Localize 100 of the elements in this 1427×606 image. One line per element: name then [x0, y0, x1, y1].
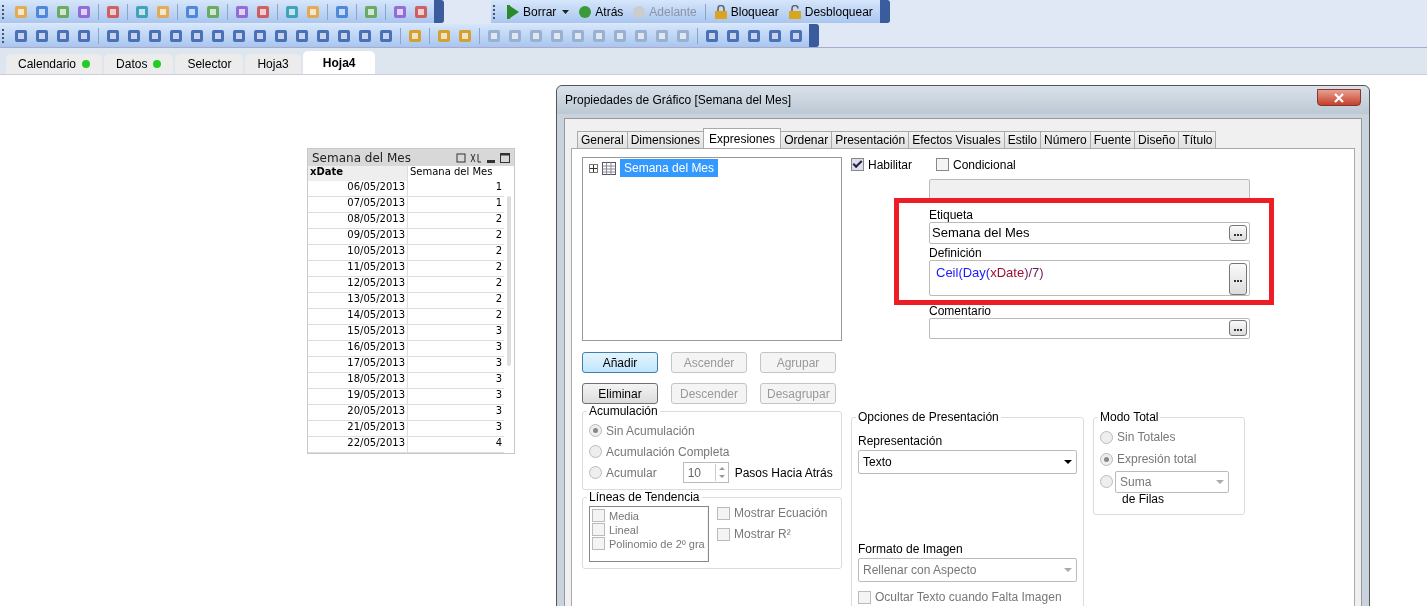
table-cell: 09/05/2013 — [308, 229, 408, 244]
field-label: Definición — [929, 245, 983, 260]
column-header[interactable]: xDate — [308, 166, 408, 181]
print-icon[interactable] — [456, 152, 466, 163]
radio-option[interactable]: Acumular — [589, 465, 657, 480]
toolbar-button[interactable]: Atrás — [574, 1, 628, 22]
dialog-tab[interactable]: Ordenar — [780, 131, 833, 148]
trend-option-checkbox[interactable]: Mostrar R² — [717, 527, 828, 541]
overflow-icon[interactable] — [879, 0, 890, 23]
toolbar-button[interactable]: Bloquear — [709, 1, 783, 22]
dialog-tab[interactable]: Dimensiones — [626, 131, 705, 148]
table-cell: 20/05/2013 — [308, 405, 408, 420]
expand-icon[interactable] — [589, 163, 598, 173]
table-cell: 12/05/2013 — [308, 277, 408, 292]
table-cell: 19/05/2013 — [308, 389, 408, 404]
trend-option-checkbox[interactable]: Mostrar Ecuación — [717, 506, 828, 520]
table-cell: 18/05/2013 — [308, 373, 408, 388]
table-cell: 07/05/2013 — [308, 197, 408, 212]
label-field[interactable]: Semana del Mes — [929, 222, 1250, 244]
table-cell-text: 3 — [494, 405, 503, 418]
ellipsis-icon — [1234, 233, 1242, 236]
group-title: Acumulación — [588, 404, 659, 418]
dropdown-arrow-icon — [1216, 480, 1224, 484]
radio-option[interactable]: Acumulación Completa — [589, 444, 730, 459]
table-cell: 08/05/2013 — [308, 213, 408, 228]
dialog-tab[interactable]: Diseño — [1134, 131, 1180, 148]
table-cell-text: 3 — [494, 325, 503, 338]
dialog-tab[interactable]: General — [577, 131, 628, 148]
sheet-tab[interactable]: Calendario — [6, 54, 103, 74]
radio-option[interactable] — [1100, 474, 1113, 488]
column-header[interactable]: Semana del Mes — [408, 166, 504, 181]
trendline-checkbox[interactable]: Lineal — [592, 523, 705, 536]
condition-field[interactable] — [929, 178, 1250, 201]
dialog-tab[interactable]: Estilo — [1003, 131, 1042, 148]
table-cell: 13/05/2013 — [308, 293, 408, 308]
ellipsis-icon — [1234, 279, 1242, 282]
dialog-tab[interactable]: Presentación — [831, 131, 910, 148]
dropdown-arrow-icon — [1064, 568, 1072, 572]
table-cell: 10/05/2013 — [308, 245, 408, 260]
trendline-checkbox[interactable]: Polinomio de 2º gra — [592, 537, 705, 550]
more-button[interactable] — [1229, 224, 1247, 241]
table-cell-text: 2 — [494, 213, 503, 226]
table-cell: 17/05/2013 — [308, 357, 408, 372]
dialog-tab[interactable]: Fuente — [1089, 131, 1136, 148]
field-label: Formato de Imagen — [858, 542, 964, 556]
dialog-tab[interactable]: Expresiones — [703, 128, 782, 148]
field-label: Representación — [858, 434, 944, 448]
table-cell-text: 2 — [494, 245, 503, 258]
comment-field[interactable] — [929, 317, 1250, 339]
dialog-button[interactable]: Eliminar — [582, 383, 658, 404]
table-cell-text: 3 — [494, 421, 503, 434]
excel-icon[interactable] — [470, 152, 482, 163]
radio-option[interactable]: Expresión total — [1100, 452, 1197, 466]
radio-option[interactable]: Sin Acumulación — [589, 423, 695, 438]
radio-option[interactable]: Sin Totales — [1100, 430, 1176, 444]
dropdown-arrow-icon — [1064, 460, 1072, 464]
definition-field[interactable]: Ceil(Day(xDate)/7) — [929, 259, 1250, 296]
sheet-tab[interactable]: Datos — [104, 54, 174, 74]
dialog-tab[interactable]: Título — [1178, 131, 1217, 148]
table-cell-text: 3 — [494, 373, 503, 386]
toolbar-button[interactable]: Borrar — [502, 1, 574, 22]
dialog-button[interactable]: Añadir — [582, 352, 658, 373]
total-suffix: de Filas — [1122, 492, 1166, 506]
spin-arrows-icon[interactable] — [714, 464, 728, 481]
lock-icon — [713, 4, 728, 19]
field-label: Comentario — [929, 303, 992, 318]
hide-text-checkbox[interactable]: Ocultar Texto cuando Falta Imagen — [858, 590, 1077, 604]
close-icon — [1333, 92, 1345, 103]
table-cell: 16/05/2013 — [308, 341, 408, 356]
table-cell: 06/05/2013 — [308, 181, 408, 196]
representation-dropdown[interactable]: Texto — [858, 450, 1077, 474]
dialog-tab[interactable]: Número — [1040, 131, 1091, 148]
sheet-tab[interactable]: Hoja4 — [302, 51, 376, 74]
sheet-tab[interactable]: Selector — [175, 54, 244, 74]
conditional-checkbox[interactable]: Condicional — [936, 157, 1016, 172]
table-cell-text: 2 — [494, 261, 503, 274]
table-cell-text: 2 — [494, 277, 503, 290]
group-title: Opciones de Presentación — [857, 410, 1000, 424]
group-title: Modo Total — [1099, 410, 1160, 424]
steps-spinner[interactable]: 10 — [682, 462, 729, 483]
dialog-tab[interactable]: Efectos Visuales — [908, 131, 1005, 148]
enable-checkbox[interactable]: Habilitar — [851, 157, 912, 172]
sheet-tab[interactable]: Hoja3 — [245, 54, 301, 74]
table-cell-text: 2 — [494, 309, 503, 322]
toolbar-button[interactable]: Desbloquear — [783, 1, 877, 22]
steps-label: Pasos Hacia Atrás — [734, 465, 833, 480]
table-cell-text: 1 — [494, 181, 503, 194]
caret-icon — [562, 9, 570, 14]
more-button[interactable] — [1229, 320, 1247, 337]
image-format-dropdown[interactable]: Rellenar con Aspecto — [858, 558, 1077, 582]
table-cell-text: 4 — [494, 437, 503, 450]
total-function-dropdown[interactable]: Suma — [1115, 471, 1229, 493]
close-button[interactable] — [1317, 89, 1361, 106]
field-label: Etiqueta — [929, 208, 975, 223]
table-title: Semana del Mes — [312, 150, 411, 165]
unlock-icon — [787, 4, 802, 19]
table-cell-text: 3 — [494, 341, 503, 354]
maximize-icon[interactable] — [500, 152, 510, 163]
table-cell-text: 3 — [494, 357, 503, 370]
trendline-checkbox[interactable]: Media — [592, 509, 705, 522]
